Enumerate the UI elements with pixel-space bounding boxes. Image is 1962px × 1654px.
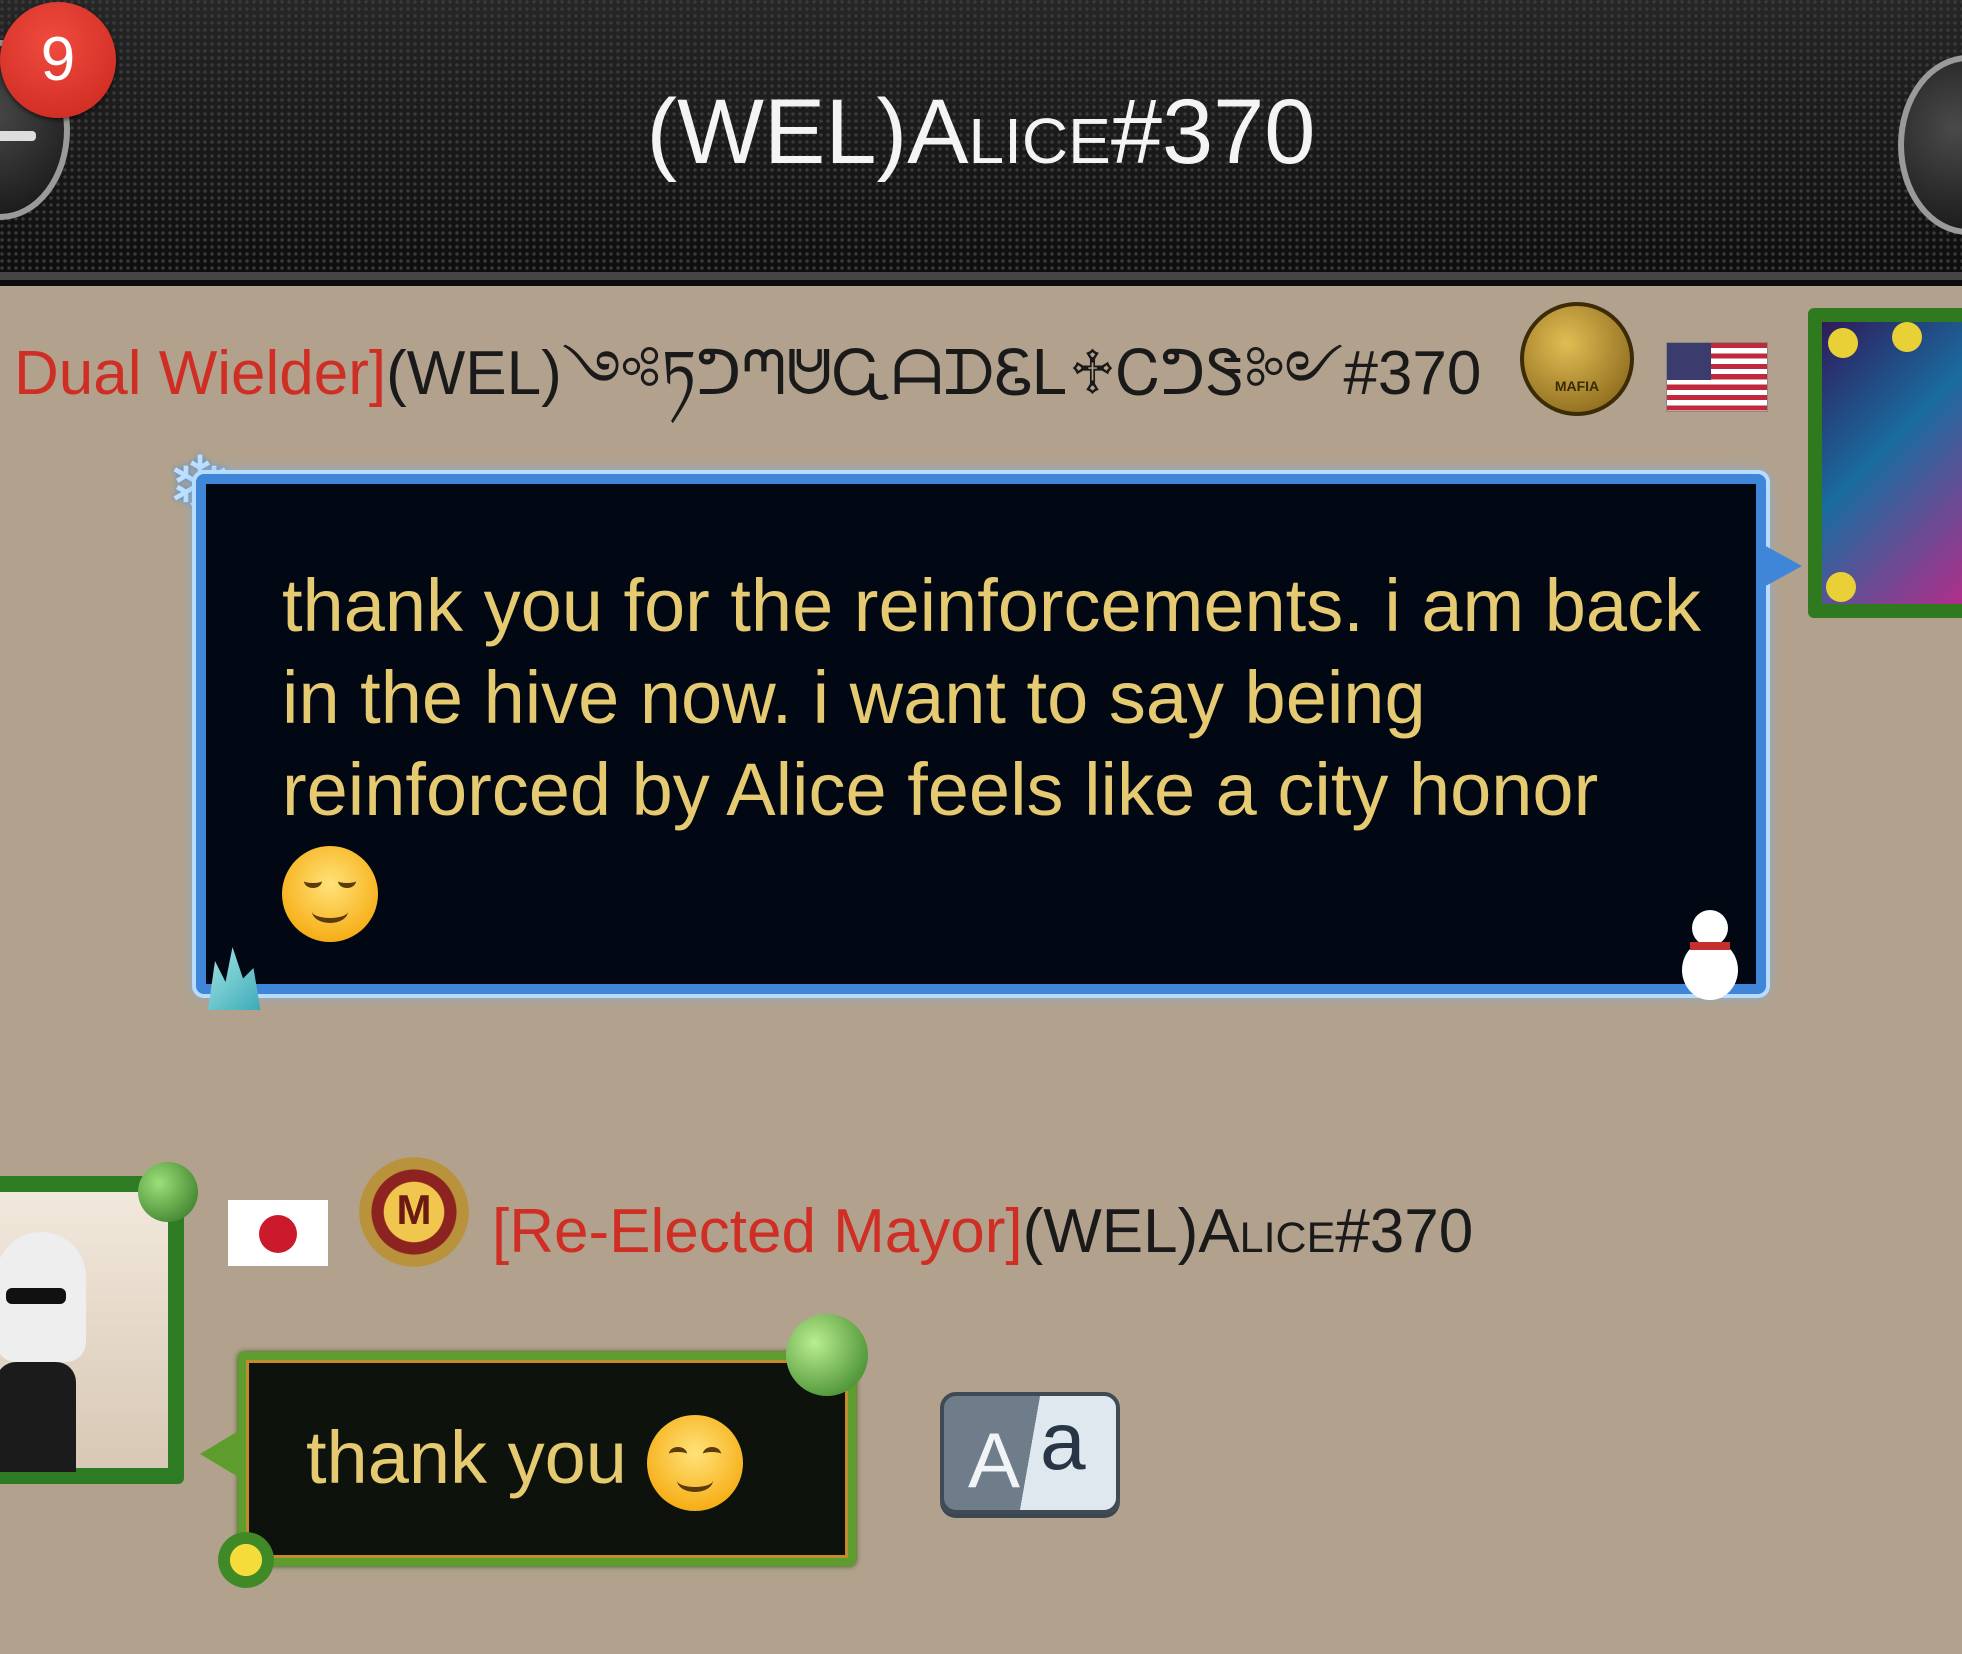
message-1-role: Dual Wielder]: [14, 339, 387, 408]
chat-title: (WEL)Alice#370: [0, 82, 1962, 182]
relieved-face-emoji: [282, 846, 378, 942]
message-2-sender-name: Alice: [1198, 1197, 1336, 1266]
message-2-text-block: thank you: [306, 1410, 744, 1512]
title-name: Alice: [907, 81, 1111, 183]
translate-glyph-lower: a: [1040, 1396, 1086, 1487]
translate-glyph-upper: A: [968, 1416, 1021, 1504]
message-1-avatar[interactable]: [1808, 308, 1962, 618]
green-orb-decoration-icon: [786, 1314, 868, 1396]
message-2-sender-suffix: #370: [1335, 1197, 1474, 1266]
mafia-badge-icon: MAFIA: [1520, 302, 1634, 416]
message-2-bubble[interactable]: thank you: [200, 1314, 868, 1588]
message-1-text-block: thank you for the reinforcements. i am b…: [282, 560, 1732, 942]
snowman-icon: [1680, 910, 1740, 1010]
message-1-sender[interactable]: Dual Wielder](WEL)༺ཏᕤᘉᕰᏩᗩᗪᏋᏞ♱ᏟᕤᏕ༻#370: [14, 338, 1481, 410]
translate-button[interactable]: A a: [940, 1392, 1120, 1514]
mayor-badge-icon: M: [352, 1150, 476, 1274]
message-1-text: thank you for the reinforcements. i am b…: [282, 564, 1702, 831]
message-1-bubble[interactable]: thank you for the reinforcements. i am b…: [196, 474, 1802, 994]
message-2-text: thank you: [306, 1416, 627, 1499]
smiling-face-emoji: [647, 1415, 744, 1512]
mayor-badge-letter: M: [396, 1186, 432, 1233]
japan-flag-icon: [228, 1200, 328, 1266]
title-prefix: (WEL): [646, 81, 908, 183]
title-suffix: #370: [1110, 81, 1316, 183]
message-2-role: [Re-Elected Mayor]: [492, 1197, 1023, 1266]
message-2-sender-prefix: (WEL): [1022, 1197, 1199, 1266]
flower-decoration-icon: [218, 1532, 274, 1588]
us-flag-icon: [1666, 342, 1768, 412]
message-1-sender-name: (WEL)༺ཏᕤᘉᕰᏩᗩᗪᏋᏞ♱ᏟᕤᏕ༻#370: [386, 339, 1482, 408]
message-2-sender[interactable]: [Re-Elected Mayor](WEL)Alice#370: [492, 1196, 1473, 1268]
message-2-avatar[interactable]: [0, 1162, 198, 1484]
mafia-badge-label: MAFIA: [1554, 378, 1600, 394]
chat-header: 9 (WEL)Alice#370: [0, 0, 1962, 280]
